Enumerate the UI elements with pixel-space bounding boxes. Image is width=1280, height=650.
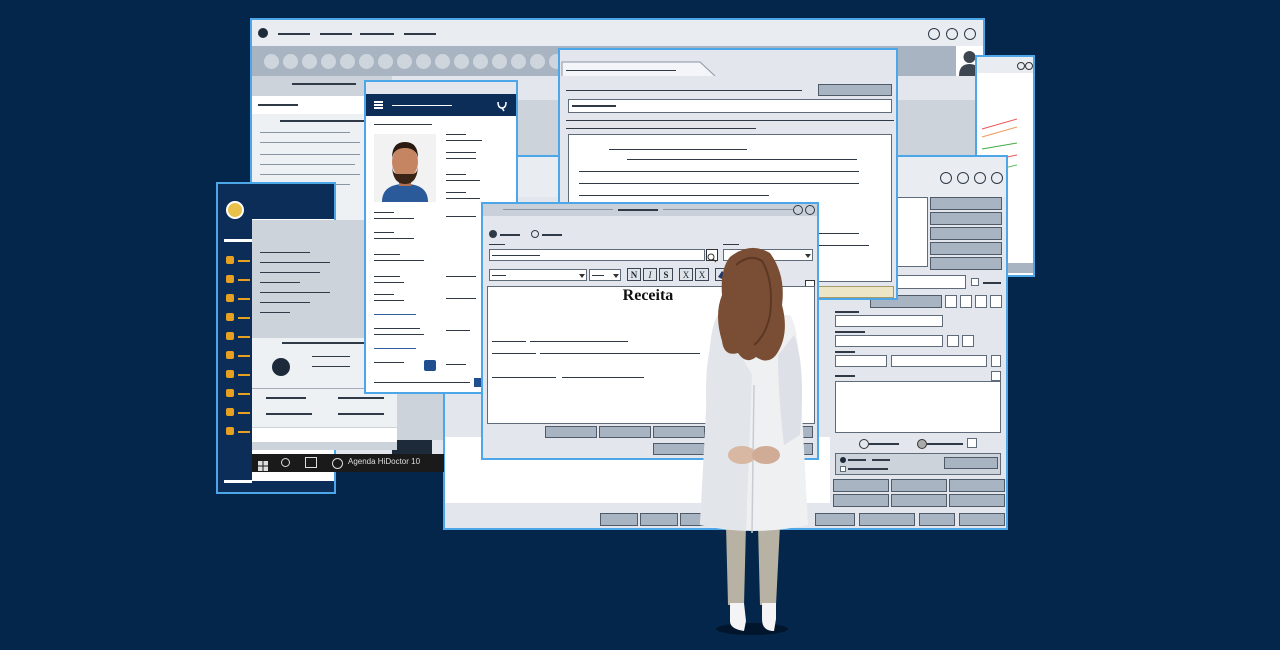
toolbar-button[interactable] (416, 54, 431, 69)
action-button-2[interactable] (599, 426, 651, 438)
toolbar-button[interactable] (264, 54, 279, 69)
stethoscope-icon[interactable] (496, 99, 508, 112)
menu-icon[interactable] (946, 28, 958, 40)
toolbar-button[interactable] (530, 54, 545, 69)
pill-icon[interactable] (226, 311, 250, 323)
toolbar-button[interactable] (302, 54, 317, 69)
radio-option-1[interactable] (489, 230, 497, 238)
clock-icon[interactable] (226, 406, 250, 418)
cortana-icon[interactable] (332, 458, 343, 469)
document-icon[interactable] (226, 273, 250, 285)
toolbar-button[interactable] (473, 54, 488, 69)
toolbar-button[interactable] (283, 54, 298, 69)
italic-button[interactable]: I (643, 268, 657, 281)
pie-icon[interactable] (226, 425, 250, 437)
taskbar-app-label[interactable]: Agenda HiDoctor 10 (348, 457, 420, 466)
sidebar (218, 184, 254, 492)
card-header (366, 94, 516, 116)
toolbar-button[interactable] (378, 54, 393, 69)
task-view-icon[interactable] (305, 457, 317, 468)
eject-icon[interactable] (974, 172, 986, 184)
chart-icon[interactable] (226, 330, 250, 342)
alert-icon[interactable] (226, 292, 250, 304)
close-icon[interactable] (991, 172, 1003, 184)
minimize-icon[interactable] (793, 205, 803, 215)
toolbar-button[interactable] (359, 54, 374, 69)
bold-button[interactable]: N (627, 268, 641, 281)
patient-photo (374, 134, 436, 202)
info-icon[interactable] (940, 172, 952, 184)
toolbar-button[interactable] (454, 54, 469, 69)
clinic-logo-icon[interactable] (226, 201, 244, 219)
info-icon[interactable] (928, 28, 940, 40)
toolbar-button[interactable] (340, 54, 355, 69)
doctor-illustration (700, 247, 808, 635)
window-controls-icon[interactable] (1017, 62, 1025, 70)
toolbar-button[interactable] (511, 54, 526, 69)
close-icon[interactable] (805, 205, 815, 215)
toolbar-button[interactable] (397, 54, 412, 69)
taskbar: Agenda HiDoctor 10 (252, 454, 444, 472)
tag-icon[interactable] (226, 368, 250, 380)
titlebar (252, 20, 983, 47)
chevron-down-icon (613, 274, 619, 278)
close-icon[interactable] (964, 28, 976, 40)
flask-icon[interactable] (226, 349, 250, 361)
chevron-down-icon (579, 274, 585, 278)
calendar-icon[interactable] (226, 254, 250, 266)
menu-icon[interactable] (957, 172, 969, 184)
phone-icon[interactable] (424, 360, 436, 371)
toolbar-button[interactable] (435, 54, 450, 69)
toolbar-button[interactable] (321, 54, 336, 69)
action-button-1[interactable] (545, 426, 597, 438)
search-icon[interactable] (281, 458, 290, 467)
underline-button[interactable]: S (659, 268, 673, 281)
hamburger-menu-icon[interactable] (374, 101, 383, 109)
money-icon[interactable] (226, 387, 250, 399)
toolbar-button[interactable] (492, 54, 507, 69)
radio-option-2[interactable] (531, 230, 539, 238)
app-logo-icon (258, 28, 268, 38)
windows-start-icon[interactable] (258, 458, 268, 471)
